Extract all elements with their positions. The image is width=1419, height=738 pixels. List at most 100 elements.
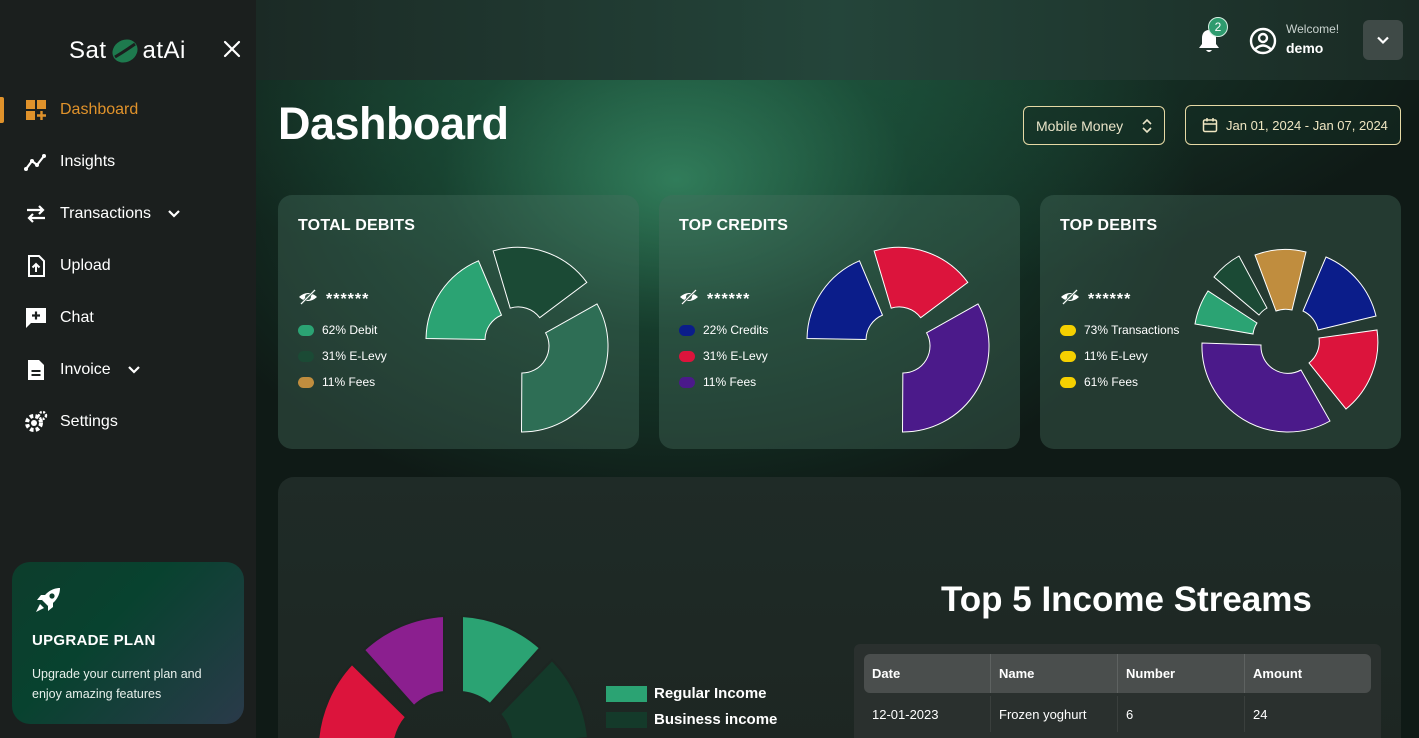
- sidebar-item-transactions[interactable]: Transactions: [0, 188, 256, 240]
- legend-swatch: [679, 324, 695, 336]
- legend-label: Business income: [654, 711, 778, 728]
- sidebar-item-label: Transactions: [60, 205, 151, 222]
- hide-eye-icon[interactable]: [679, 288, 699, 306]
- table-cell: 12-01-2023: [864, 696, 991, 732]
- legend-label: 31% E-Levy: [703, 349, 768, 363]
- legend-item: Regular Income: [606, 685, 767, 702]
- legend-item: 31% E-Levy: [679, 349, 768, 363]
- sidebar-item-label: Upload: [60, 257, 111, 274]
- upgrade-plan-card[interactable]: UPGRADE PLAN Upgrade your current plan a…: [12, 562, 244, 724]
- legend-item: Business income: [606, 711, 777, 728]
- chat-icon: [24, 306, 48, 330]
- pie-segment-credits: [806, 260, 884, 341]
- table-cell: 6: [1118, 696, 1245, 732]
- page-title: Dashboard: [278, 98, 509, 149]
- user-account-icon[interactable]: [1249, 27, 1277, 55]
- user-menu-button[interactable]: [1363, 20, 1403, 60]
- column-header[interactable]: Number: [1118, 654, 1245, 693]
- legend-swatch: [1060, 376, 1076, 388]
- legend-item: 11% E-Levy: [1060, 349, 1148, 363]
- pie-segment-purple: [1201, 342, 1331, 433]
- top-credits-card: TOP CREDITS ****** 22% Credits 31% E-Lev…: [659, 195, 1020, 449]
- invoice-icon: [24, 358, 48, 382]
- username: demo: [1286, 40, 1324, 56]
- legend-swatch: [1060, 324, 1076, 336]
- table-cell: 24: [1253, 706, 1268, 722]
- pie-segment-fees: [425, 260, 503, 341]
- upload-file-icon: [24, 254, 48, 278]
- legend-item: 73% Transactions: [1060, 323, 1179, 337]
- leaf-logo-icon: [112, 39, 138, 63]
- logo-text-right: atAi: [142, 37, 186, 64]
- card-title: TOTAL DEBITS: [298, 217, 416, 234]
- sidebar-item-chat[interactable]: Chat: [0, 292, 256, 344]
- card-title: TOP DEBITS: [1060, 217, 1158, 234]
- gear-icon: [24, 410, 48, 434]
- chevron-down-icon[interactable]: [125, 361, 143, 379]
- legend-swatch: [679, 376, 695, 388]
- hide-eye-icon[interactable]: [298, 288, 318, 306]
- total-debits-card: TOTAL DEBITS ****** 62% Debit 31% E-Levy…: [278, 195, 639, 449]
- legend-label: 62% Debit: [322, 323, 378, 337]
- column-header[interactable]: Amount: [1245, 654, 1371, 693]
- income-streams-pie-chart: [318, 614, 590, 738]
- legend-label: 61% Fees: [1084, 375, 1139, 389]
- notification-count-badge: 2: [1208, 17, 1228, 37]
- legend-swatch: [298, 324, 314, 336]
- pie-segment-red: [1308, 329, 1379, 410]
- sidebar-item-upload[interactable]: Upload: [0, 240, 256, 292]
- table-cell: Frozen yoghurt: [991, 696, 1118, 732]
- sidebar-item-label: Chat: [60, 309, 94, 326]
- table-header: Date Name Number Amount: [864, 654, 1371, 693]
- top-debits-card: TOP DEBITS ****** 73% Transactions 11% E…: [1040, 195, 1401, 449]
- table-row[interactable]: 12-01-2023 Frozen yoghurt 6 24: [864, 696, 1371, 732]
- close-sidebar-icon[interactable]: [220, 37, 244, 61]
- top-credits-pie-chart: [806, 246, 990, 433]
- legend-swatch: [606, 711, 647, 728]
- top-debits-pie-chart: [1194, 248, 1379, 433]
- column-header[interactable]: Name: [991, 654, 1118, 693]
- masked-balance: ******: [1088, 291, 1132, 308]
- legend-label: 31% E-Levy: [322, 349, 387, 363]
- date-range-value: Jan 01, 2024 - Jan 07, 2024: [1226, 117, 1388, 133]
- sidebar: Sat atAi Dashboard Insights Transactions: [0, 0, 256, 738]
- rocket-icon: [36, 588, 60, 612]
- sidebar-item-label: Settings: [60, 413, 118, 430]
- legend-swatch: [298, 376, 314, 388]
- legend-label: 11% E-Levy: [1084, 349, 1148, 363]
- legend-label: 11% Fees: [322, 375, 376, 389]
- sidebar-item-settings[interactable]: Settings: [0, 396, 256, 448]
- legend-label: Regular Income: [654, 685, 767, 702]
- column-header[interactable]: Date: [864, 654, 991, 693]
- insights-icon: [24, 150, 48, 174]
- hide-eye-icon[interactable]: [1060, 288, 1080, 306]
- legend-swatch: [298, 350, 314, 362]
- dashboard-icon: [24, 98, 48, 122]
- upgrade-plan-title: UPGRADE PLAN: [32, 632, 156, 649]
- pie-segment-elevy: [873, 246, 969, 319]
- legend-item: 31% E-Levy: [298, 349, 387, 363]
- sidebar-item-dashboard[interactable]: Dashboard: [0, 84, 256, 136]
- app-logo[interactable]: Sat atAi: [69, 36, 186, 66]
- card-title: TOP CREDITS: [679, 217, 789, 234]
- chevron-down-icon[interactable]: [165, 205, 183, 223]
- logo-text-left: Sat: [69, 37, 107, 64]
- legend-item: 22% Credits: [679, 323, 768, 337]
- account-type-select[interactable]: Mobile Money: [1023, 106, 1165, 145]
- pie-segment-fees: [901, 303, 990, 433]
- calendar-icon: [1202, 118, 1218, 133]
- sidebar-nav: Dashboard Insights Transactions Upload C…: [0, 84, 256, 448]
- sidebar-item-label: Insights: [60, 153, 116, 170]
- legend-label: 22% Credits: [703, 323, 769, 337]
- masked-balance: ******: [326, 291, 370, 308]
- sidebar-item-label: Dashboard: [60, 101, 139, 118]
- legend-item: 61% Fees: [1060, 375, 1138, 389]
- legend-swatch: [1060, 350, 1076, 362]
- legend-item: 11% Fees: [679, 375, 756, 389]
- date-range-picker[interactable]: Jan 01, 2024 - Jan 07, 2024: [1185, 105, 1401, 145]
- sidebar-item-insights[interactable]: Insights: [0, 136, 256, 188]
- legend-label: 73% Transactions: [1084, 323, 1180, 337]
- legend-swatch: [679, 350, 695, 362]
- sidebar-item-invoice[interactable]: Invoice: [0, 344, 256, 396]
- transfer-arrows-icon: [24, 202, 48, 226]
